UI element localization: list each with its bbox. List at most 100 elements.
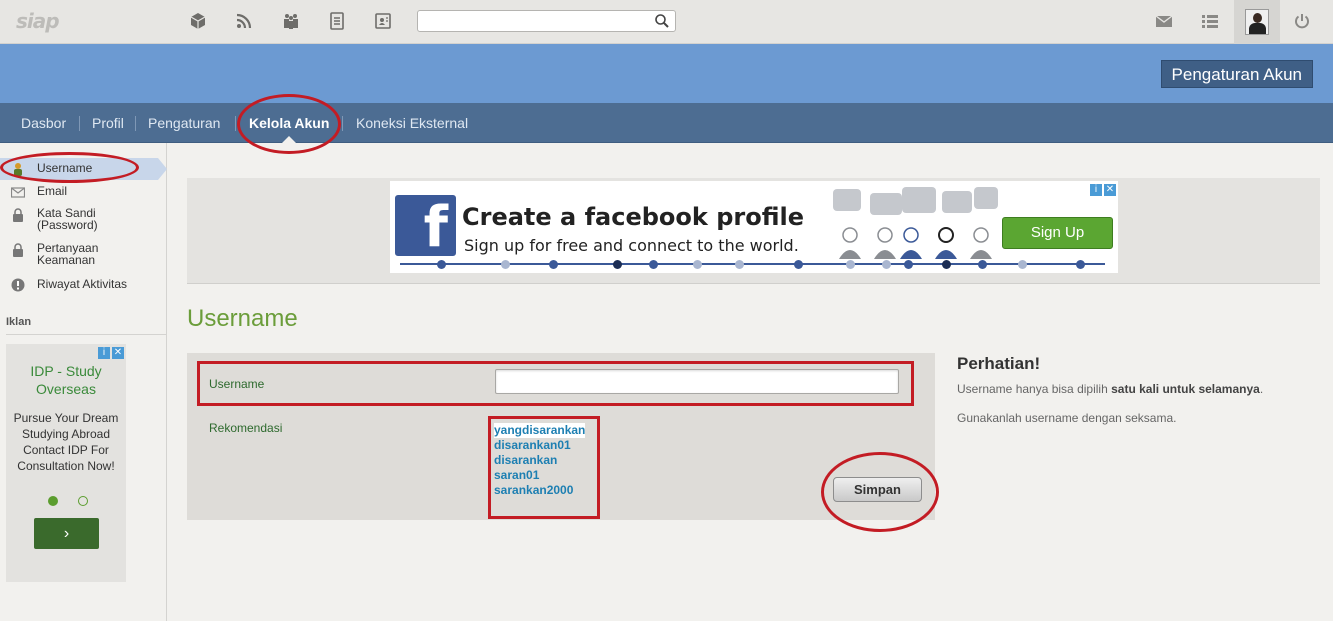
ad-body-line: Pursue Your Dream bbox=[13, 411, 119, 425]
speech-bubble-icon bbox=[942, 191, 972, 213]
page-title: Username bbox=[187, 305, 298, 332]
mail-icon[interactable] bbox=[1154, 11, 1174, 31]
ad-title-line[interactable]: IDP - Study bbox=[6, 362, 126, 380]
divider bbox=[6, 334, 166, 335]
nav-item-koneksi-eksternal[interactable]: Koneksi Eksternal bbox=[356, 115, 468, 131]
person-icon bbox=[970, 227, 992, 259]
ad-title-line[interactable]: Overseas bbox=[6, 380, 126, 398]
speech-bubble-icon bbox=[870, 193, 902, 215]
alert-icon bbox=[10, 277, 26, 293]
info-icon[interactable]: i bbox=[98, 347, 110, 359]
nav-separator bbox=[135, 116, 136, 131]
sidebar-item-email[interactable]: Email bbox=[10, 184, 67, 200]
sidebar-ad[interactable]: i ✕ IDP - Study Overseas Pursue Your Dre… bbox=[6, 344, 126, 582]
network-dot bbox=[693, 260, 702, 269]
sidebar: Username Email Kata Sandi (Password) Per… bbox=[0, 143, 167, 621]
contact-card-icon[interactable] bbox=[373, 11, 393, 31]
ad-body-line: Consultation Now! bbox=[17, 459, 115, 473]
power-icon[interactable] bbox=[1292, 11, 1312, 31]
network-dot bbox=[735, 260, 744, 269]
envelope-icon bbox=[10, 184, 26, 200]
ad-next-button[interactable]: › bbox=[34, 518, 99, 549]
lock-icon bbox=[10, 242, 26, 258]
lock-icon bbox=[10, 207, 26, 223]
ad-choices[interactable]: i ✕ bbox=[98, 347, 124, 359]
nav-separator bbox=[342, 116, 343, 131]
sidebar-item-label: Riwayat Aktivitas bbox=[37, 277, 128, 291]
network-dot bbox=[978, 260, 987, 269]
facebook-logo: f bbox=[395, 195, 456, 256]
ad-pager bbox=[48, 496, 88, 506]
search-icon[interactable] bbox=[654, 13, 670, 29]
close-icon[interactable]: ✕ bbox=[112, 347, 124, 359]
annotation-box-recommendations bbox=[488, 416, 600, 519]
nav-separator bbox=[235, 116, 236, 131]
network-dot bbox=[549, 260, 558, 269]
notice-emphasis: satu kali untuk selamanya bbox=[1111, 382, 1260, 396]
network-dot bbox=[794, 260, 803, 269]
sign-up-button[interactable]: Sign Up bbox=[1002, 217, 1113, 249]
facebook-banner-ad[interactable]: f Create a facebook profile Sign up for … bbox=[390, 181, 1118, 273]
annotation-circle-save bbox=[821, 452, 939, 532]
notice-title: Perhatian! bbox=[957, 354, 1041, 373]
recommendation-label: Rekomendasi bbox=[209, 421, 283, 435]
account-nav: Dasbor Profil Pengaturan Kelola Akun Kon… bbox=[0, 103, 1333, 143]
list-icon[interactable] bbox=[1200, 11, 1220, 31]
person-icon bbox=[874, 227, 896, 259]
speech-bubble-icon bbox=[833, 189, 861, 211]
sidebar-item-kata-sandi[interactable]: Kata Sandi (Password) bbox=[10, 207, 98, 231]
speech-bubble-icon bbox=[974, 187, 998, 209]
avatar-image bbox=[1245, 9, 1269, 35]
network-dot bbox=[437, 260, 446, 269]
network-dot bbox=[1076, 260, 1085, 269]
cube-icon[interactable] bbox=[188, 11, 208, 31]
sidebar-item-label: (Password) bbox=[37, 218, 98, 232]
rss-icon[interactable] bbox=[234, 11, 254, 31]
network-dot bbox=[882, 260, 891, 269]
person-icon bbox=[935, 227, 957, 259]
banner-subtitle: Sign up for free and connect to the worl… bbox=[464, 236, 799, 255]
search-input[interactable] bbox=[417, 10, 676, 32]
page-header: Pengaturan Akun bbox=[0, 44, 1333, 103]
top-bar: siap bbox=[0, 0, 1333, 44]
annotation-box-username-row bbox=[197, 361, 914, 406]
sidebar-item-label: Keamanan bbox=[37, 253, 96, 267]
nav-item-dasbor[interactable]: Dasbor bbox=[21, 115, 66, 131]
sidebar-item-label: Email bbox=[37, 184, 68, 198]
annotation-circle-kelola-akun bbox=[237, 94, 341, 154]
person-icon bbox=[900, 227, 922, 259]
network-dot bbox=[846, 260, 855, 269]
network-dot bbox=[904, 260, 913, 269]
pager-dot-active[interactable] bbox=[48, 496, 58, 506]
document-icon[interactable] bbox=[327, 11, 347, 31]
account-settings-button[interactable]: Pengaturan Akun bbox=[1160, 60, 1313, 88]
nav-item-pengaturan[interactable]: Pengaturan bbox=[148, 115, 220, 131]
notice-line-2: Gunakanlah username dengan seksama. bbox=[957, 411, 1177, 425]
ads-heading: Iklan bbox=[6, 316, 32, 328]
nav-item-profil[interactable]: Profil bbox=[92, 115, 124, 131]
info-icon[interactable]: i bbox=[1090, 184, 1102, 196]
sidebar-item-pertanyaan-keamanan[interactable]: Pertanyaan Keamanan bbox=[10, 242, 98, 266]
person-icon bbox=[839, 227, 861, 259]
banner-title: Create a facebook profile bbox=[462, 203, 804, 231]
notice-text: . bbox=[1259, 382, 1264, 396]
network-dot bbox=[1018, 260, 1027, 269]
avatar[interactable] bbox=[1234, 0, 1280, 44]
ad-choices[interactable]: i ✕ bbox=[1090, 184, 1116, 196]
group-icon[interactable] bbox=[281, 11, 301, 31]
network-dot bbox=[501, 260, 510, 269]
ad-body-line: Contact IDP For bbox=[23, 443, 109, 457]
sidebar-item-riwayat-aktivitas[interactable]: Riwayat Aktivitas bbox=[10, 277, 127, 293]
app-logo[interactable]: siap bbox=[16, 9, 60, 33]
network-dot bbox=[649, 260, 658, 269]
network-dot bbox=[613, 260, 622, 269]
network-dot bbox=[942, 260, 951, 269]
ad-body-line: Studying Abroad bbox=[21, 427, 111, 441]
close-icon[interactable]: ✕ bbox=[1104, 184, 1116, 196]
pager-dot[interactable] bbox=[78, 496, 88, 506]
sidebar-selection-arrow bbox=[158, 158, 167, 180]
nav-separator bbox=[79, 116, 80, 131]
banner-area: f Create a facebook profile Sign up for … bbox=[187, 178, 1320, 284]
notice-text: Username hanya bisa dipilih bbox=[957, 382, 1112, 396]
annotation-circle-username-menu bbox=[0, 152, 139, 183]
